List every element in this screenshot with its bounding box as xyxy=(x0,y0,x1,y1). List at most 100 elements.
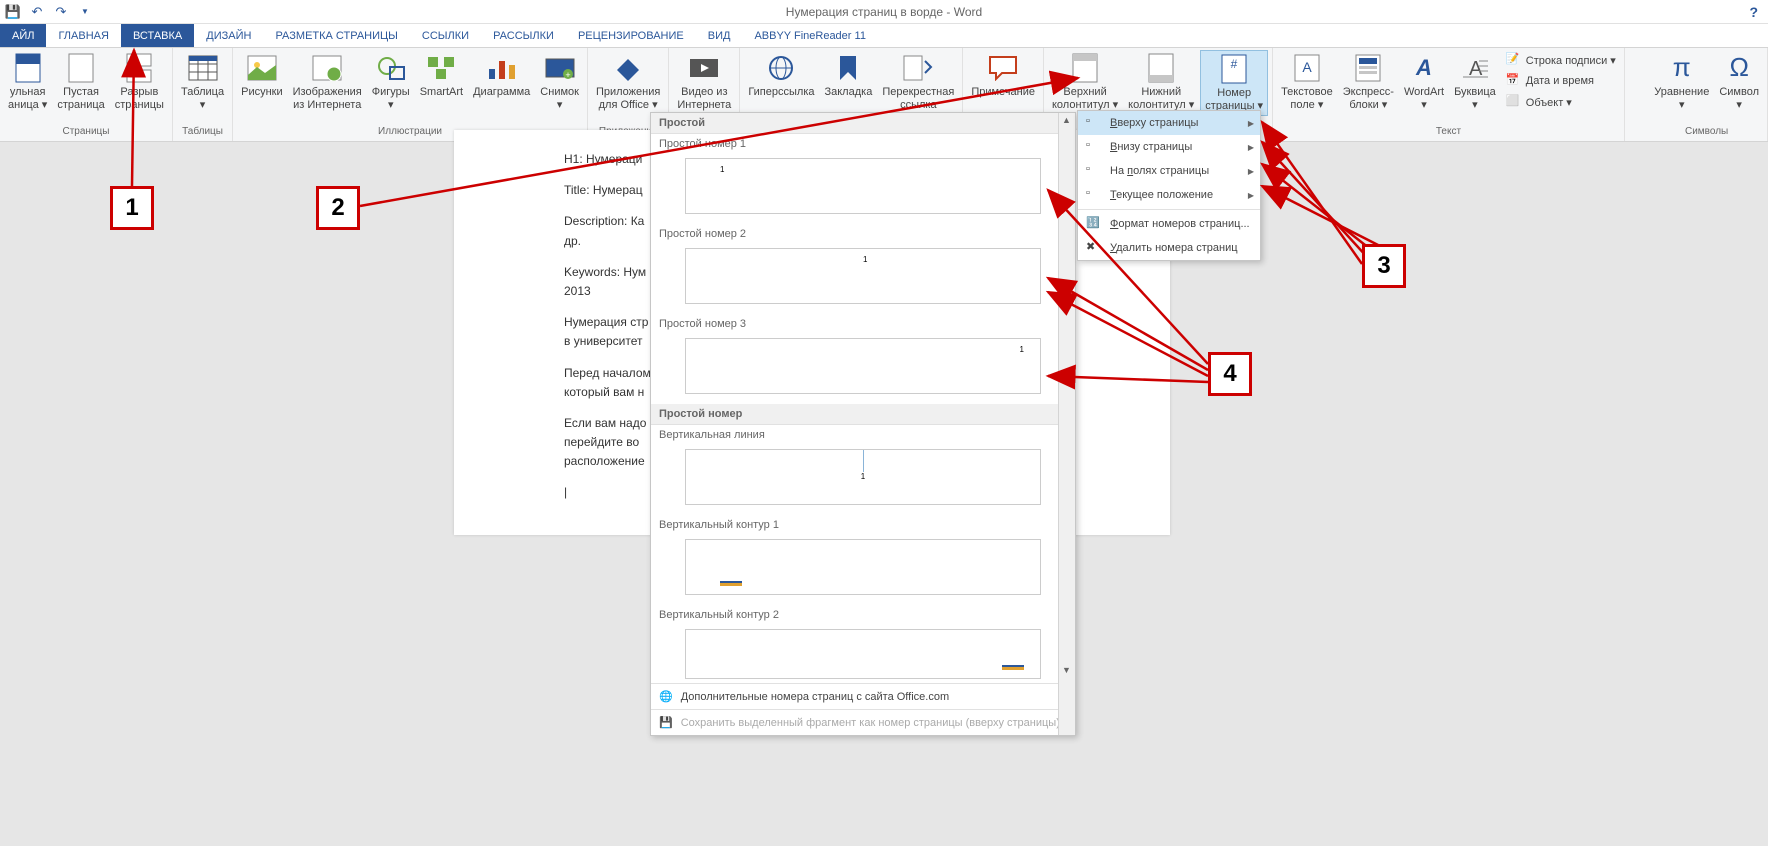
symbol-icon: Ω xyxy=(1723,52,1755,84)
submenu-format-numbers[interactable]: 🔢Формат номеров страниц... xyxy=(1078,212,1260,236)
tab-insert[interactable]: ВСТАВКА xyxy=(121,24,194,47)
smartart-button[interactable]: SmartArt xyxy=(416,50,467,101)
tab-mailings[interactable]: РАССЫЛКИ xyxy=(481,24,566,47)
chevron-right-icon: ▶ xyxy=(1248,167,1254,176)
tab-abbyy[interactable]: ABBYY FineReader 11 xyxy=(742,24,878,47)
chevron-right-icon: ▶ xyxy=(1248,191,1254,200)
gallery-item-label: Вертикальный контур 2 xyxy=(651,605,1075,625)
apps-icon xyxy=(612,52,644,84)
tab-design[interactable]: ДИЗАЙН xyxy=(194,24,263,47)
save-icon[interactable]: 💾 xyxy=(4,3,22,21)
page-margins-icon: ▫ xyxy=(1086,163,1102,179)
submenu-bottom-of-page[interactable]: ▫Внизу страницы▶ xyxy=(1078,135,1260,159)
page-number-icon: # xyxy=(1218,53,1250,85)
object-button[interactable]: ⬜Объект ▾ xyxy=(1502,92,1620,112)
blank-page-button[interactable]: Пустаястраница xyxy=(53,50,108,114)
annotation-3: 3 xyxy=(1362,244,1406,288)
screenshot-button[interactable]: +Снимок▾ xyxy=(536,50,583,114)
footer-icon xyxy=(1145,52,1177,84)
page-number-submenu: ▫Вверху страницы▶ ▫Внизу страницы▶ ▫На п… xyxy=(1077,110,1261,261)
gallery-item-label: Простой номер 1 xyxy=(651,134,1075,154)
cover-page-icon xyxy=(12,52,44,84)
tab-view[interactable]: ВИД xyxy=(696,24,743,47)
gallery-thumb-vertical-outline-1[interactable] xyxy=(685,539,1041,595)
text-box-button[interactable]: AТекстовоеполе ▾ xyxy=(1277,50,1337,114)
tab-home[interactable]: ГЛАВНАЯ xyxy=(46,24,120,47)
gallery-thumb-plain-1[interactable] xyxy=(685,158,1041,214)
video-icon xyxy=(688,52,720,84)
office-icon: 🌐 xyxy=(659,690,673,703)
annotation-2: 2 xyxy=(316,186,360,230)
wordart-button[interactable]: AWordArt▾ xyxy=(1400,50,1448,114)
online-video-button[interactable]: Видео изИнтернета xyxy=(673,50,735,114)
date-icon: 📅 xyxy=(1506,73,1522,89)
gallery-thumb-plain-2[interactable] xyxy=(685,248,1041,304)
submenu-top-of-page[interactable]: ▫Вверху страницы▶ xyxy=(1078,111,1260,135)
gallery-more-online[interactable]: 🌐Дополнительные номера страниц с сайта O… xyxy=(651,683,1075,709)
current-pos-icon: ▫ xyxy=(1086,187,1102,203)
tab-review[interactable]: РЕЦЕНЗИРОВАНИЕ xyxy=(566,24,696,47)
submenu-page-margins[interactable]: ▫На полях страницы▶ xyxy=(1078,159,1260,183)
chart-button[interactable]: Диаграмма xyxy=(469,50,534,101)
wordart-icon: A xyxy=(1408,52,1440,84)
screenshot-icon: + xyxy=(544,52,576,84)
group-symbols: πУравнение▾ ΩСимвол▾ Символы xyxy=(1646,48,1768,141)
remove-icon: ✖ xyxy=(1086,240,1102,256)
page-number-button[interactable]: #Номерстраницы ▾ xyxy=(1200,50,1268,116)
submenu-current-position[interactable]: ▫Текущее положение▶ xyxy=(1078,183,1260,207)
cross-reference-button[interactable]: Перекрестнаяссылка xyxy=(878,50,958,114)
qat-customize-icon[interactable]: ▼ xyxy=(76,3,94,21)
gallery-header: Простой xyxy=(651,113,1075,134)
office-apps-button[interactable]: Приложениядля Office ▾ xyxy=(592,50,664,114)
online-pictures-button[interactable]: Изображенияиз Интернета xyxy=(289,50,366,114)
page-break-button[interactable]: Разрывстраницы xyxy=(111,50,168,114)
chart-icon xyxy=(486,52,518,84)
redo-icon[interactable]: ↷ xyxy=(52,3,70,21)
signature-line-button[interactable]: 📝Строка подписи ▾ xyxy=(1502,50,1620,70)
group-text: AТекстовоеполе ▾ Экспресс-блоки ▾ AWordA… xyxy=(1273,48,1625,141)
page-break-icon xyxy=(123,52,155,84)
signature-icon: 📝 xyxy=(1506,52,1522,68)
drop-cap-button[interactable]: AБуквица▾ xyxy=(1450,50,1500,114)
shapes-button[interactable]: Фигуры▾ xyxy=(368,50,414,114)
date-time-button[interactable]: 📅Дата и время xyxy=(1502,71,1620,91)
help-icon[interactable]: ? xyxy=(1749,4,1758,20)
chevron-right-icon: ▶ xyxy=(1248,143,1254,152)
header-button[interactable]: Верхнийколонтитул ▾ xyxy=(1048,50,1122,114)
gallery-item-label: Простой номер 3 xyxy=(651,314,1075,334)
hyperlink-button[interactable]: Гиперссылка xyxy=(744,50,818,101)
picture-icon xyxy=(246,52,278,84)
smartart-icon xyxy=(425,52,457,84)
document-title: Нумерация страниц в ворде - Word xyxy=(786,5,982,19)
tab-references[interactable]: ССЫЛКИ xyxy=(410,24,481,47)
bookmark-icon xyxy=(832,52,864,84)
page-top-icon: ▫ xyxy=(1086,115,1102,131)
gallery-thumb-plain-3[interactable] xyxy=(685,338,1041,394)
tab-file[interactable]: АЙЛ xyxy=(0,24,46,47)
undo-icon[interactable]: ↶ xyxy=(28,3,46,21)
shapes-icon xyxy=(375,52,407,84)
tab-layout[interactable]: РАЗМЕТКА СТРАНИЦЫ xyxy=(263,24,409,47)
cross-ref-icon xyxy=(902,52,934,84)
gallery-thumb-vertical-line[interactable] xyxy=(685,449,1041,505)
format-icon: 🔢 xyxy=(1086,216,1102,232)
table-button[interactable]: Таблица▾ xyxy=(177,50,228,114)
cover-page-button[interactable]: ульнаяаница ▾ xyxy=(4,50,51,114)
gallery-thumb-vertical-outline-2[interactable] xyxy=(685,629,1041,679)
submenu-remove-numbers[interactable]: ✖Удалить номера страниц xyxy=(1078,236,1260,260)
footer-button[interactable]: Нижнийколонтитул ▾ xyxy=(1124,50,1198,114)
gallery-item-label: Вертикальная линия xyxy=(651,425,1075,445)
gallery-scrollbar[interactable] xyxy=(1058,113,1075,735)
svg-text:A: A xyxy=(1415,55,1432,80)
equation-button[interactable]: πУравнение▾ xyxy=(1650,50,1713,114)
gallery-item-label: Вертикальный контур 1 xyxy=(651,515,1075,535)
gallery-save-selection: 💾Сохранить выделенный фрагмент как номер… xyxy=(651,709,1075,735)
pictures-button[interactable]: Рисунки xyxy=(237,50,287,101)
svg-text:+: + xyxy=(565,70,570,80)
comment-button[interactable]: Примечание xyxy=(967,50,1039,101)
symbol-button[interactable]: ΩСимвол▾ xyxy=(1715,50,1763,114)
quick-parts-button[interactable]: Экспресс-блоки ▾ xyxy=(1339,50,1398,114)
bookmark-button[interactable]: Закладка xyxy=(820,50,876,101)
svg-text:A: A xyxy=(1302,59,1312,75)
table-icon xyxy=(187,52,219,84)
